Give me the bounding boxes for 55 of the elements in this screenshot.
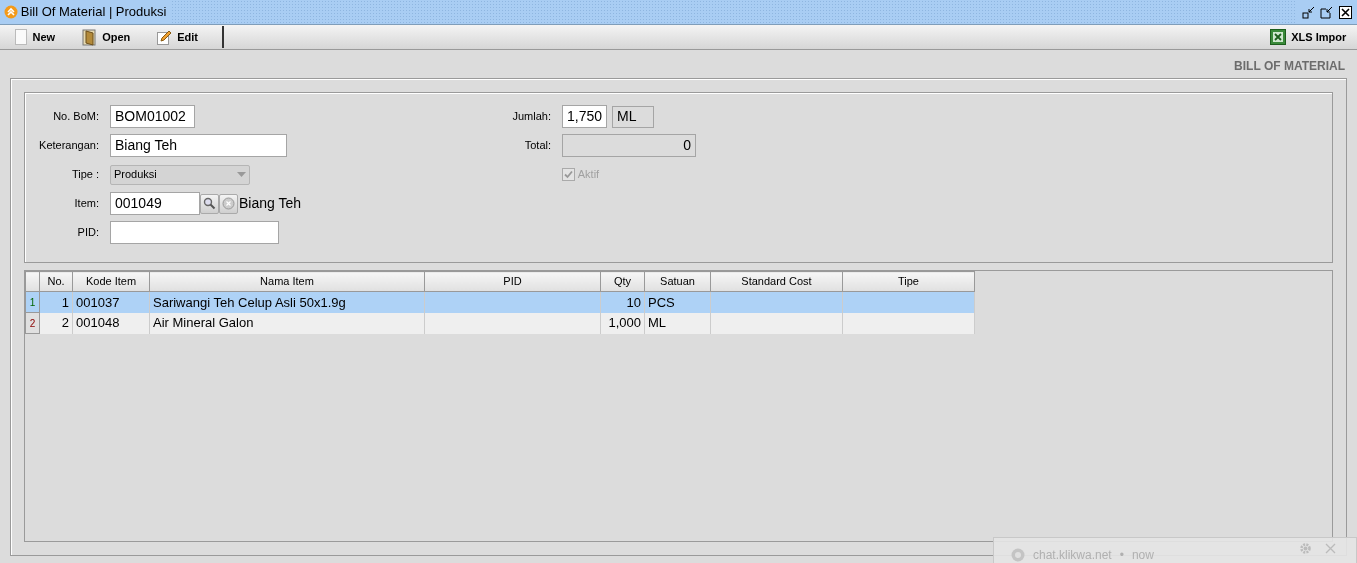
no-bom-label: No. BoM: bbox=[52, 109, 100, 125]
edit-button[interactable]: Edit bbox=[148, 25, 207, 49]
pid-label: PID: bbox=[76, 225, 100, 241]
table-cell: 1,000 bbox=[608, 315, 641, 331]
page-title: BILL OF MATERIAL bbox=[1233, 58, 1346, 75]
table-cell: 001037 bbox=[76, 294, 120, 310]
close-icon[interactable] bbox=[1338, 5, 1352, 19]
table-cell: 001048 bbox=[76, 315, 120, 331]
table-cell: Air Mineral Galon bbox=[153, 315, 254, 331]
column-header: Qty bbox=[600, 271, 645, 292]
tipe-label: Tipe : bbox=[70, 167, 100, 183]
no-bom-field[interactable]: BOM01002 bbox=[110, 105, 195, 128]
spreadsheet-icon bbox=[1270, 29, 1287, 45]
item-name: Biang Teh bbox=[239, 194, 301, 213]
keterangan-label: Keterangan: bbox=[38, 138, 100, 154]
keterangan-field[interactable]: Biang Teh bbox=[110, 134, 287, 157]
total-label: Total: bbox=[523, 138, 552, 154]
separator: • bbox=[1119, 547, 1124, 563]
door-icon bbox=[81, 28, 98, 46]
new-button[interactable]: New bbox=[5, 25, 64, 49]
checkbox-icon bbox=[562, 168, 575, 181]
jumlah-label: Jumlah: bbox=[511, 109, 552, 125]
table-cell: 2 bbox=[61, 315, 69, 331]
column-header: No. bbox=[39, 271, 73, 292]
item-label: Item: bbox=[73, 196, 100, 212]
open-button[interactable]: Open bbox=[73, 25, 139, 49]
pid-field[interactable] bbox=[110, 221, 279, 244]
total-field: 0 bbox=[562, 134, 696, 157]
search-button[interactable] bbox=[200, 193, 219, 214]
column-header: Kode Item bbox=[72, 271, 150, 292]
jumlah-field[interactable]: 1,750 bbox=[562, 105, 607, 128]
edit-icon bbox=[156, 29, 173, 45]
document-icon bbox=[13, 29, 28, 45]
column-header: Tipe bbox=[842, 271, 975, 292]
caret-icon bbox=[237, 172, 246, 177]
column-header: Satuan bbox=[644, 271, 711, 292]
restore-icon[interactable] bbox=[1320, 5, 1333, 19]
table-cell: PCS bbox=[648, 294, 675, 310]
column-header: Nama Item bbox=[149, 271, 425, 292]
row-header[interactable]: 2 bbox=[25, 312, 40, 334]
row-header[interactable]: 1 bbox=[25, 291, 40, 313]
table-cell: 10 bbox=[626, 294, 641, 310]
item-field[interactable]: 001049 bbox=[110, 192, 200, 215]
clear-icon bbox=[222, 197, 235, 210]
search-icon bbox=[203, 197, 216, 210]
xls-import-button[interactable]: XLS Impor bbox=[1262, 25, 1355, 49]
app-icon bbox=[4, 5, 18, 19]
table-cell: 1 bbox=[61, 294, 69, 310]
column-header: PID bbox=[424, 271, 601, 292]
unit-field: ML bbox=[612, 105, 654, 128]
minimize-icon[interactable] bbox=[1301, 5, 1315, 19]
column-header: Standard Cost bbox=[710, 271, 843, 292]
table-cell: Sariwangi Teh Celup Asli 50x1.9g bbox=[153, 294, 346, 310]
window-title: Bill Of Material | Produksi bbox=[20, 3, 167, 22]
table-cell: ML bbox=[648, 315, 667, 331]
